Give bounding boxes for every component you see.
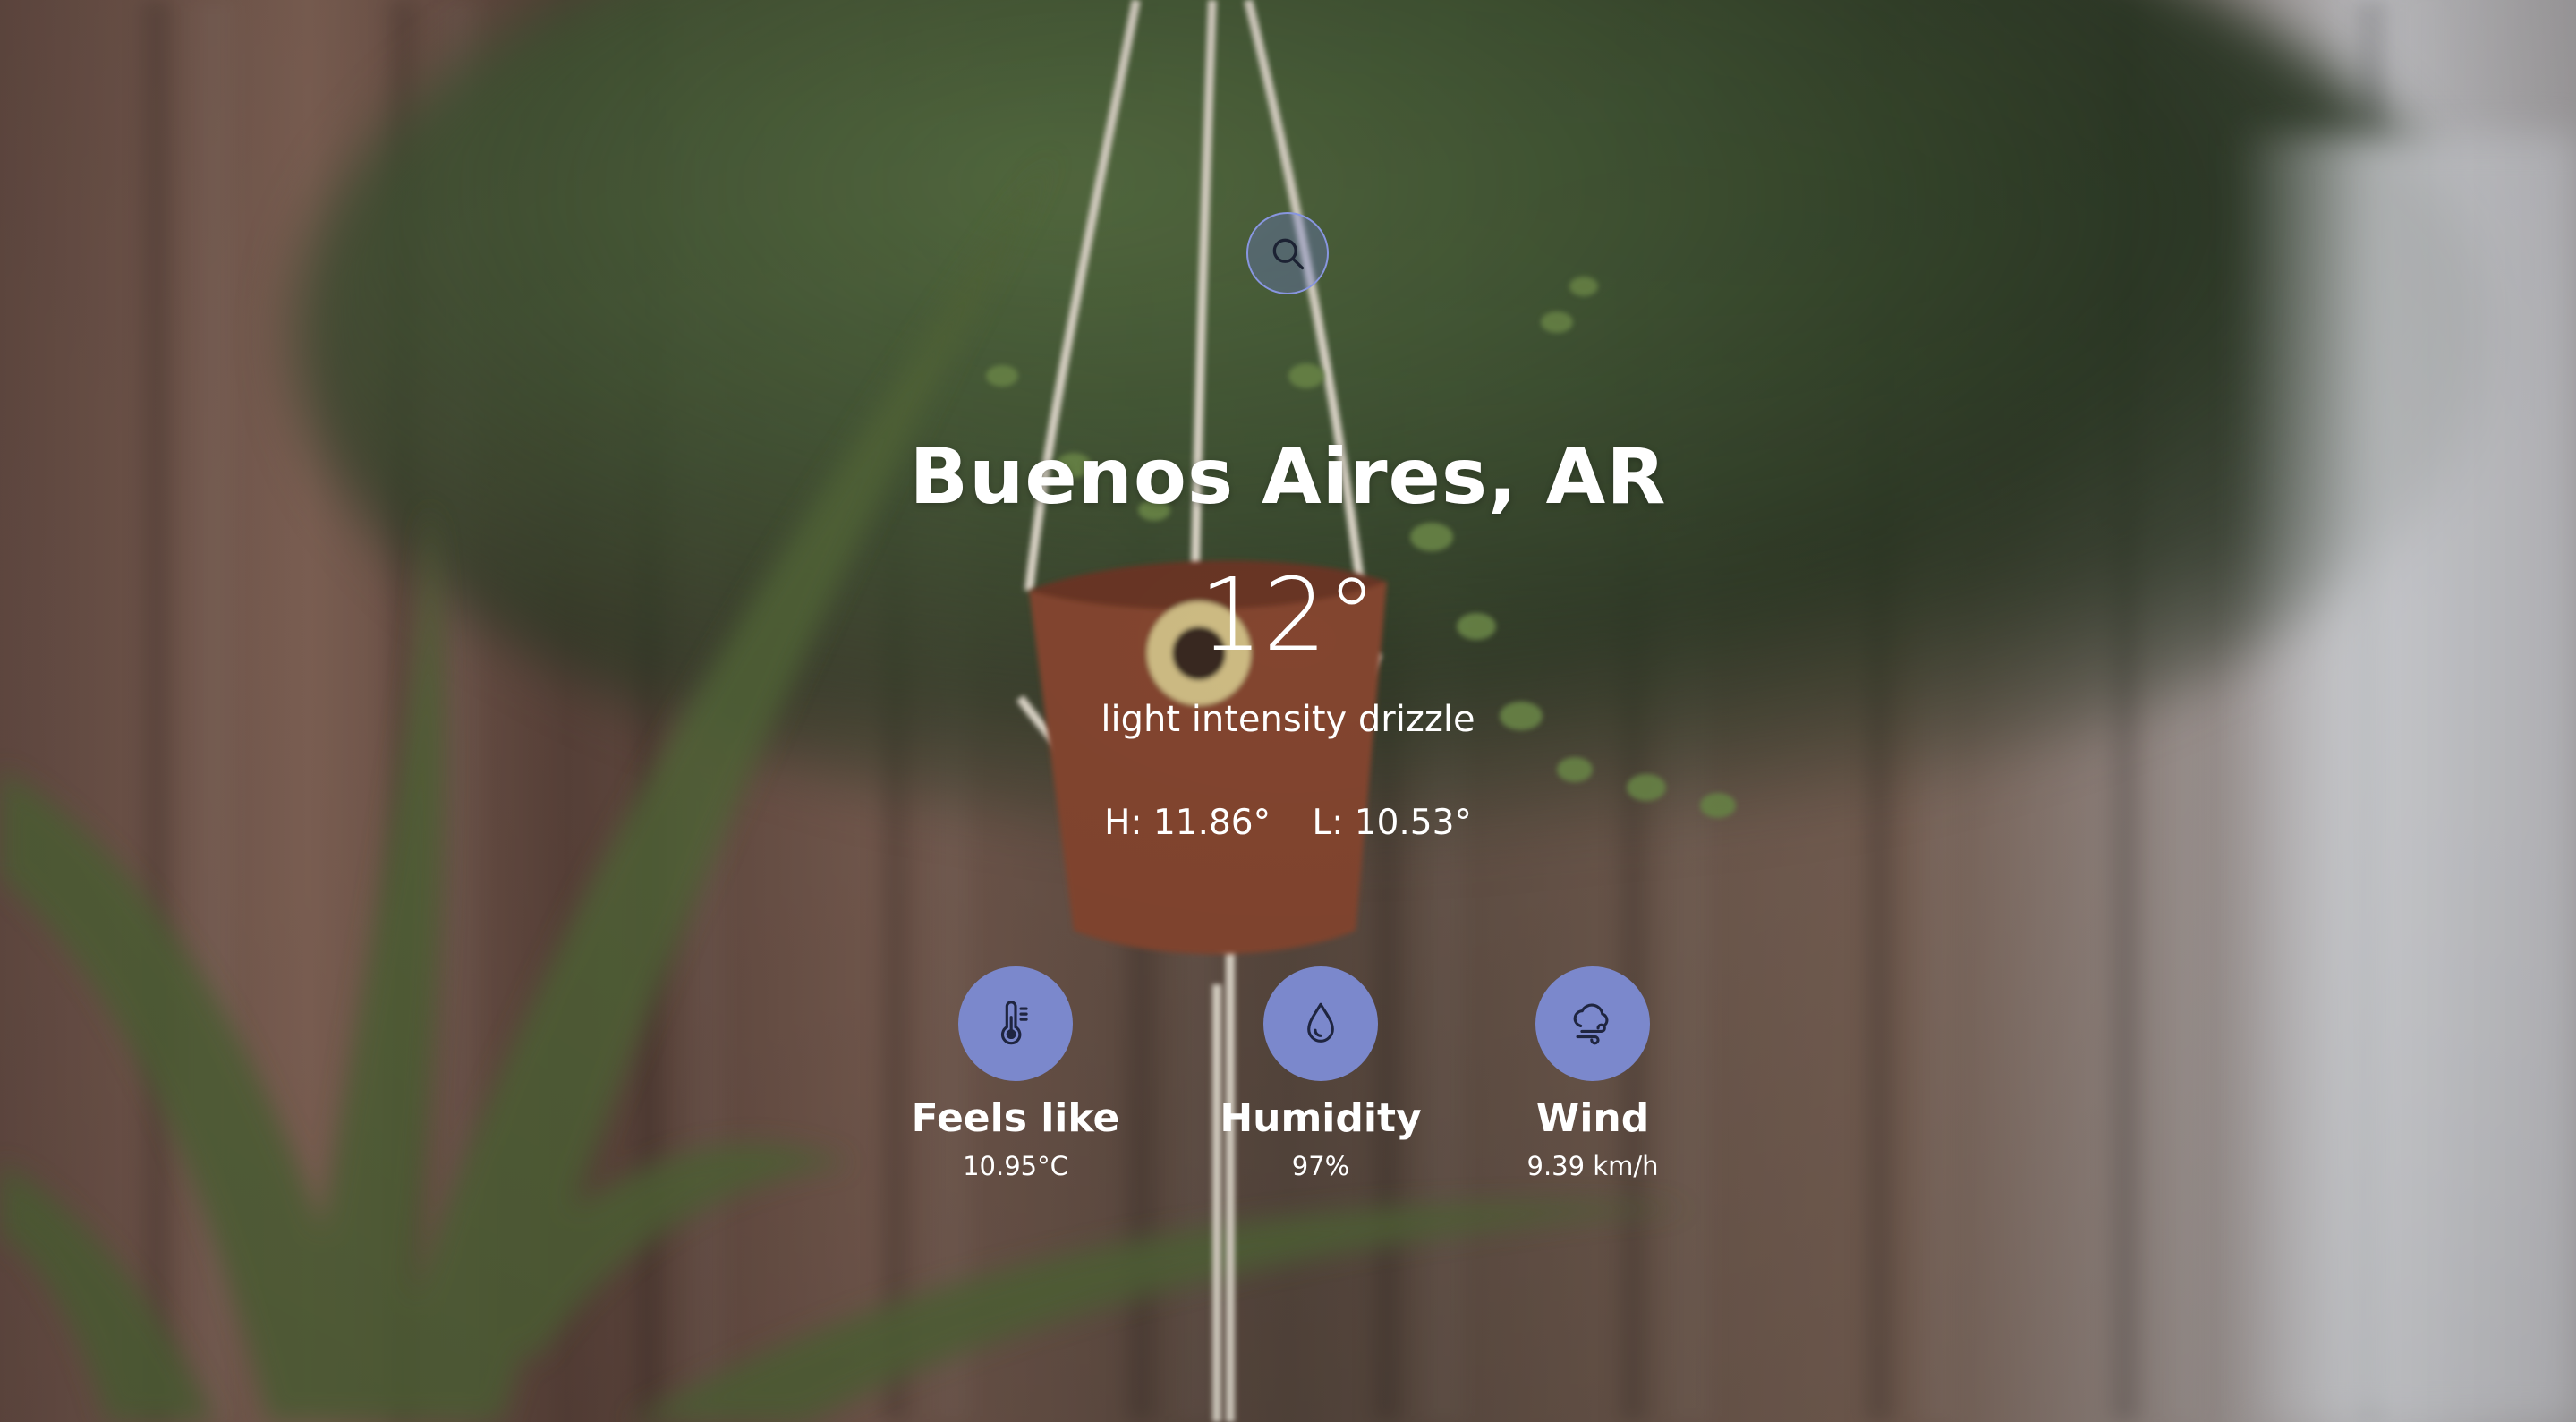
humidity-label: Humidity	[1220, 1095, 1422, 1141]
low-temperature: L: 10.53°	[1312, 803, 1472, 843]
wind-value: 9.39 km/h	[1526, 1151, 1659, 1181]
current-temperature: 12°	[1199, 558, 1377, 674]
high-temperature: H: 11.86°	[1104, 803, 1271, 843]
feels-like-icon-circle	[958, 966, 1073, 1081]
feels-like-stat: Feels like 10.95°C	[863, 966, 1168, 1183]
wind-icon-circle	[1535, 966, 1650, 1081]
wind-label: Wind	[1535, 1095, 1650, 1141]
feels-like-label: Feels like	[911, 1095, 1120, 1141]
search-icon	[1272, 238, 1305, 270]
weather-description: light intensity drizzle	[1101, 699, 1475, 740]
high-low-temperatures: H: 11.86° L: 10.53°	[0, 798, 2576, 848]
weather-card: Buenos Aires, AR 12° light intensity dri…	[0, 0, 2576, 1422]
thermometer-icon	[1000, 1001, 1028, 1045]
wind-stat: Wind 9.39 km/h	[1441, 966, 1745, 1183]
search-button[interactable]	[1246, 212, 1329, 294]
feels-like-value: 10.95°C	[963, 1151, 1068, 1181]
humidity-icon-circle	[1263, 966, 1378, 1081]
wind-cloud-icon	[1573, 1003, 1609, 1045]
humidity-value: 97%	[1291, 1151, 1350, 1181]
water-drop-icon	[1307, 1002, 1334, 1043]
humidity-stat: Humidity 97%	[1169, 966, 1473, 1183]
city-name: Buenos Aires, AR	[909, 432, 1667, 522]
